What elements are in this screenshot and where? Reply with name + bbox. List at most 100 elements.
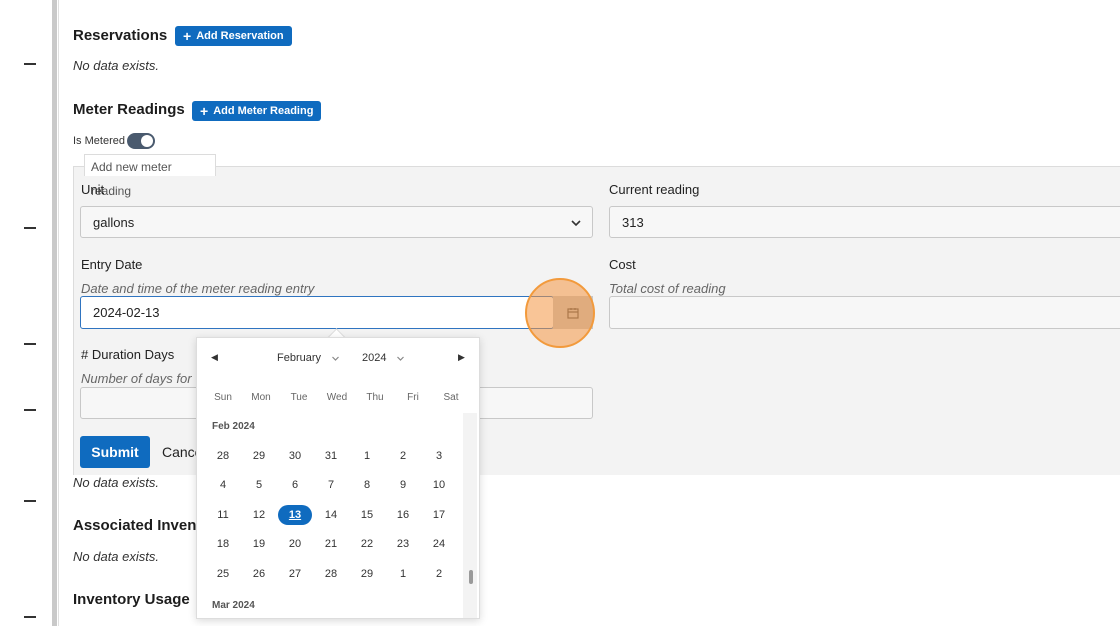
current-reading-input[interactable]: 313 bbox=[609, 206, 1120, 238]
unit-label: Unit bbox=[81, 182, 105, 197]
current-reading-label: Current reading bbox=[609, 182, 700, 197]
unit-select[interactable]: gallons bbox=[80, 206, 593, 238]
panel-divider bbox=[52, 0, 57, 626]
left-gutter bbox=[0, 0, 52, 626]
day-cell[interactable]: 12 bbox=[244, 505, 274, 525]
is-metered-label: Is Metered bbox=[73, 135, 125, 147]
month-group-title: Mar 2024 bbox=[212, 600, 255, 611]
day-cell[interactable]: 20 bbox=[280, 534, 310, 554]
collapse-dash-icon[interactable] bbox=[24, 227, 36, 229]
is-metered-toggle[interactable] bbox=[127, 133, 155, 149]
weekday-wed: Wed bbox=[326, 392, 348, 403]
month-select-value: February bbox=[277, 352, 322, 364]
plus-icon: + bbox=[200, 103, 209, 119]
associated-inventory-title: Associated Invent bbox=[73, 517, 202, 534]
day-cell[interactable]: 21 bbox=[316, 534, 346, 554]
month-group-title: Feb 2024 bbox=[212, 421, 255, 432]
day-cell[interactable]: 3 bbox=[424, 446, 454, 466]
day-cell[interactable]: 7 bbox=[316, 475, 346, 495]
weekday-sun: Sun bbox=[214, 392, 232, 403]
weekday-mon: Mon bbox=[251, 392, 271, 403]
caret-right-icon[interactable]: ▶ bbox=[458, 352, 465, 363]
submit-button[interactable]: Submit bbox=[80, 436, 150, 468]
day-cell[interactable]: 16 bbox=[388, 505, 418, 525]
picker-header: ◀ February 2024 ▶ bbox=[197, 352, 479, 372]
caret-left-icon[interactable]: ◀ bbox=[211, 352, 218, 363]
day-cell[interactable]: 8 bbox=[352, 475, 382, 495]
entry-date-label: Entry Date bbox=[81, 257, 143, 272]
cost-input[interactable] bbox=[609, 296, 1120, 329]
meter-readings-empty-text: No data exists. bbox=[73, 475, 159, 490]
weekday-thu: Thu bbox=[366, 392, 384, 403]
day-cell-selected[interactable]: 13 bbox=[278, 505, 312, 525]
day-cell[interactable]: 17 bbox=[424, 505, 454, 525]
chevron-down-icon bbox=[571, 220, 581, 227]
plus-icon: + bbox=[183, 28, 192, 44]
month-select[interactable]: February bbox=[277, 352, 340, 364]
collapse-dash-icon[interactable] bbox=[24, 500, 36, 502]
day-cell[interactable]: 29 bbox=[352, 564, 382, 584]
day-cell[interactable]: 18 bbox=[208, 534, 238, 554]
picker-scrollbar-thumb[interactable] bbox=[469, 570, 473, 584]
weekday-tue: Tue bbox=[290, 392, 308, 403]
collapse-dash-icon[interactable] bbox=[24, 616, 36, 618]
add-reservation-label: Add Reservation bbox=[196, 30, 284, 42]
collapse-dash-icon[interactable] bbox=[24, 343, 36, 345]
weekday-fri: Fri bbox=[407, 392, 419, 403]
entry-date-input[interactable]: 2024-02-13 bbox=[80, 296, 554, 329]
chevron-down-icon bbox=[397, 356, 405, 361]
day-cell[interactable]: 11 bbox=[208, 505, 238, 525]
unit-select-value: gallons bbox=[93, 214, 135, 230]
day-cell[interactable]: 14 bbox=[316, 505, 346, 525]
reservations-empty-text: No data exists. bbox=[73, 58, 159, 73]
day-cell[interactable]: 26 bbox=[244, 564, 274, 584]
form-legend: Add new meter reading bbox=[84, 154, 216, 198]
day-cell[interactable]: 4 bbox=[208, 475, 238, 495]
day-cell[interactable]: 22 bbox=[352, 534, 382, 554]
day-cell[interactable]: 9 bbox=[388, 475, 418, 495]
day-cell[interactable]: 2 bbox=[388, 446, 418, 466]
entry-date-value: 2024-02-13 bbox=[93, 305, 160, 320]
associated-inventory-empty-text: No data exists. bbox=[73, 549, 159, 564]
meter-readings-title: Meter Readings bbox=[73, 101, 185, 118]
day-cell[interactable]: 1 bbox=[388, 564, 418, 584]
current-reading-value: 313 bbox=[622, 214, 644, 230]
add-reservation-button[interactable]: + Add Reservation bbox=[175, 26, 292, 46]
day-cell[interactable]: 25 bbox=[208, 564, 238, 584]
add-meter-reading-label: Add Meter Reading bbox=[213, 105, 314, 117]
day-cell[interactable]: 19 bbox=[244, 534, 274, 554]
day-cell[interactable]: 15 bbox=[352, 505, 382, 525]
day-cell[interactable]: 23 bbox=[388, 534, 418, 554]
day-cell[interactable]: 6 bbox=[280, 475, 310, 495]
weekday-sat: Sat bbox=[443, 392, 459, 403]
day-cell[interactable]: 10 bbox=[424, 475, 454, 495]
day-cell[interactable]: 30 bbox=[280, 446, 310, 466]
collapse-dash-icon[interactable] bbox=[24, 63, 36, 65]
entry-date-help: Date and time of the meter reading entry bbox=[81, 281, 315, 296]
day-cell[interactable]: 29 bbox=[244, 446, 274, 466]
add-meter-reading-button[interactable]: + Add Meter Reading bbox=[192, 101, 322, 121]
chevron-down-icon bbox=[332, 356, 339, 361]
day-cell[interactable]: 28 bbox=[208, 446, 238, 466]
cost-label: Cost bbox=[609, 257, 636, 272]
collapse-dash-icon[interactable] bbox=[24, 409, 36, 411]
day-cell[interactable]: 2 bbox=[424, 564, 454, 584]
reservations-title: Reservations bbox=[73, 27, 168, 44]
duration-days-help: Number of days for bbox=[81, 371, 192, 386]
year-select[interactable]: 2024 bbox=[362, 352, 405, 364]
click-highlight bbox=[525, 278, 595, 348]
date-picker: ◀ February 2024 ▶ Sun Mon Tue Wed Thu Fr… bbox=[196, 337, 480, 619]
duration-days-label: # Duration Days bbox=[81, 347, 175, 362]
toggle-knob bbox=[141, 135, 153, 147]
day-cell[interactable]: 31 bbox=[316, 446, 346, 466]
day-cell[interactable]: 27 bbox=[280, 564, 310, 584]
cost-help: Total cost of reading bbox=[609, 281, 726, 296]
picker-scrollbar[interactable] bbox=[463, 413, 477, 618]
panel-divider-line bbox=[58, 0, 59, 626]
day-cell[interactable]: 1 bbox=[352, 446, 382, 466]
day-cell[interactable]: 24 bbox=[424, 534, 454, 554]
year-select-value: 2024 bbox=[362, 352, 387, 364]
inventory-usage-title: Inventory Usage bbox=[73, 591, 190, 608]
day-cell[interactable]: 28 bbox=[316, 564, 346, 584]
day-cell[interactable]: 5 bbox=[244, 475, 274, 495]
